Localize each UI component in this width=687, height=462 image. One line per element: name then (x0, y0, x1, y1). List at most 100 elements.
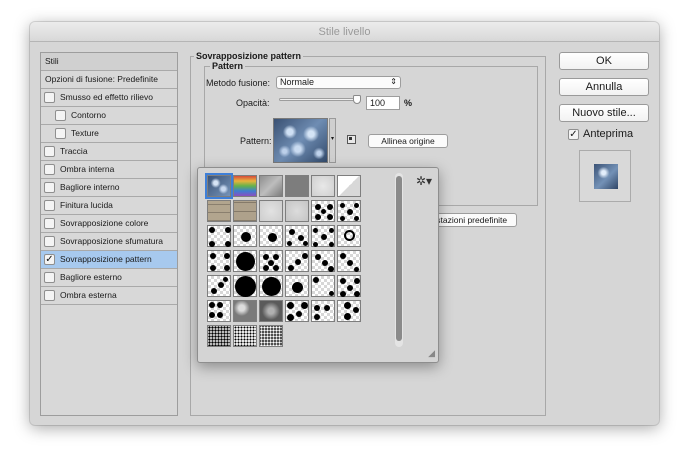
pattern-dot (329, 291, 334, 296)
pattern-tile-gray-metal[interactable] (259, 175, 283, 197)
style-item-checkbox[interactable] (44, 146, 55, 157)
style-item-label: Sovrapposizione sfumatura (60, 236, 164, 246)
pattern-tile-dots-quad-3[interactable] (311, 225, 335, 247)
style-item-checkbox[interactable] (44, 290, 55, 301)
pattern-tile-sphere-gray[interactable] (259, 300, 283, 322)
pattern-picker: ✲▾ ◢ (197, 167, 439, 363)
style-item[interactable]: ✓ Sovrapposizione pattern (41, 251, 177, 269)
pattern-tile-dots-diagonal-2[interactable] (311, 250, 335, 272)
pattern-tile-speckle-fine[interactable] (233, 325, 257, 347)
gear-icon[interactable]: ✲▾ (416, 174, 432, 188)
pattern-dot (327, 214, 333, 220)
pattern-tile-gray-noise[interactable] (311, 175, 335, 197)
style-item-checkbox[interactable]: ✓ (44, 254, 55, 265)
pattern-tile-ring-star[interactable] (337, 225, 361, 247)
pattern-tile-dots-stack[interactable] (337, 300, 361, 322)
styles-list-header[interactable]: Stili (41, 53, 177, 71)
pattern-tile-rainbow-gradient[interactable] (233, 175, 257, 197)
group-title: Pattern (210, 61, 246, 71)
style-item-checkbox[interactable] (44, 200, 55, 211)
pattern-tile-bubbles[interactable] (205, 173, 233, 199)
pattern-tile-dots-diagonal[interactable] (285, 250, 309, 272)
pattern-dot (321, 209, 326, 214)
pattern-tile-dots-row[interactable] (207, 300, 231, 322)
opacity-input[interactable]: 100 (366, 96, 400, 110)
preview-checkbox[interactable]: ✓ (568, 129, 579, 140)
pattern-tile-dots-sparse[interactable] (311, 275, 335, 297)
pattern-tile-dots-quad-2[interactable] (337, 200, 361, 222)
pattern-dot (314, 305, 320, 311)
pattern-tile-dots-corner-2[interactable] (285, 300, 309, 322)
style-item-checkbox[interactable] (44, 236, 55, 247)
style-item[interactable]: Traccia (41, 143, 177, 161)
pattern-tile-dots-center-2[interactable] (259, 225, 283, 247)
pattern-tile-dots-center-3[interactable] (285, 275, 309, 297)
style-item[interactable]: Texture (41, 125, 177, 143)
opacity-slider[interactable] (279, 98, 355, 101)
pattern-tile-speckle[interactable] (207, 325, 231, 347)
pattern-dot (340, 203, 345, 208)
pattern-tile-gray-texture-2[interactable] (285, 200, 309, 222)
pattern-tile-stone-tiles-2[interactable] (233, 200, 257, 222)
style-item[interactable]: Contorno (41, 107, 177, 125)
pattern-tile-dots-quad[interactable] (311, 200, 335, 222)
pattern-tile-gradient-corner[interactable] (337, 175, 361, 197)
style-item-checkbox[interactable] (44, 182, 55, 193)
pattern-dot (329, 228, 334, 233)
pattern-dot (209, 227, 215, 233)
opacity-slider-thumb[interactable] (353, 95, 361, 104)
style-item-checkbox[interactable] (55, 128, 66, 139)
style-item[interactable]: Sovrapposizione sfumatura (41, 233, 177, 251)
style-item[interactable]: Bagliore esterno (41, 269, 177, 287)
style-item-label: Finitura lucida (60, 200, 113, 210)
pattern-tile-big-dot-2[interactable] (233, 275, 257, 297)
pattern-dot (224, 265, 230, 271)
style-item[interactable]: Sovrapposizione colore (41, 215, 177, 233)
pattern-tile-dots-mixed[interactable] (285, 225, 309, 247)
blend-mode-select[interactable]: Normale ⇕ (276, 76, 401, 89)
pattern-dot (315, 254, 321, 260)
pattern-dot (354, 203, 359, 208)
style-item[interactable]: Opzioni di fusione: Predefinite (41, 71, 177, 89)
style-item-checkbox[interactable] (44, 92, 55, 103)
style-item-checkbox[interactable] (44, 164, 55, 175)
style-item[interactable]: Bagliore interno (41, 179, 177, 197)
style-item-checkbox[interactable] (44, 272, 55, 283)
resize-grip-icon[interactable]: ◢ (428, 348, 435, 359)
pattern-tile-big-dot[interactable] (233, 250, 257, 272)
style-item[interactable]: Finitura lucida (41, 197, 177, 215)
pattern-tile-big-dot-3[interactable] (259, 275, 283, 297)
pattern-tile-stone-tiles[interactable] (207, 200, 231, 222)
pattern-tile-gray-texture[interactable] (259, 200, 283, 222)
pattern-tile-dots-diagonal-3[interactable] (337, 250, 361, 272)
pattern-tile-dots-center[interactable] (233, 225, 257, 247)
style-item-checkbox[interactable] (44, 218, 55, 229)
snap-origin-button[interactable]: Allinea origine (368, 134, 448, 148)
layer-style-dialog: Stile livello Stili Opzioni di fusione: … (30, 22, 659, 425)
pattern-dot (218, 282, 224, 288)
swatch-dropdown-icon[interactable]: ▾ (329, 118, 336, 163)
pattern-tile-speckle-dark[interactable] (259, 325, 283, 347)
ok-button[interactable]: OK (559, 52, 649, 70)
pattern-tile-star-lines[interactable] (207, 250, 231, 272)
pattern-tile-dots-pair[interactable] (311, 300, 335, 322)
pattern-dot (354, 291, 360, 297)
pattern-tile-dots-quad-4[interactable] (337, 275, 361, 297)
pattern-dot (321, 234, 327, 240)
pattern-tile-dots-cluster[interactable] (259, 250, 283, 272)
new-preset-icon[interactable] (347, 135, 356, 144)
pattern-tile-gray-dark[interactable] (285, 175, 309, 197)
style-item[interactable]: Smusso ed effetto rilievo (41, 89, 177, 107)
pattern-dot (313, 277, 319, 283)
style-item[interactable]: Ombra esterna (41, 287, 177, 305)
style-item[interactable]: Ombra interna (41, 161, 177, 179)
new-style-button[interactable]: Nuovo stile... (559, 104, 649, 122)
picker-scroll-thumb[interactable] (396, 176, 402, 341)
pattern-tile-dots-diagonal-4[interactable] (207, 275, 231, 297)
cancel-button[interactable]: Annulla (559, 78, 649, 96)
pattern-swatch[interactable] (273, 118, 328, 163)
style-item-checkbox[interactable] (55, 110, 66, 121)
pattern-tile-mixed-sphere[interactable] (233, 300, 257, 322)
pattern-tile-dots-corner[interactable] (207, 225, 231, 247)
style-item-label: Texture (71, 128, 99, 138)
